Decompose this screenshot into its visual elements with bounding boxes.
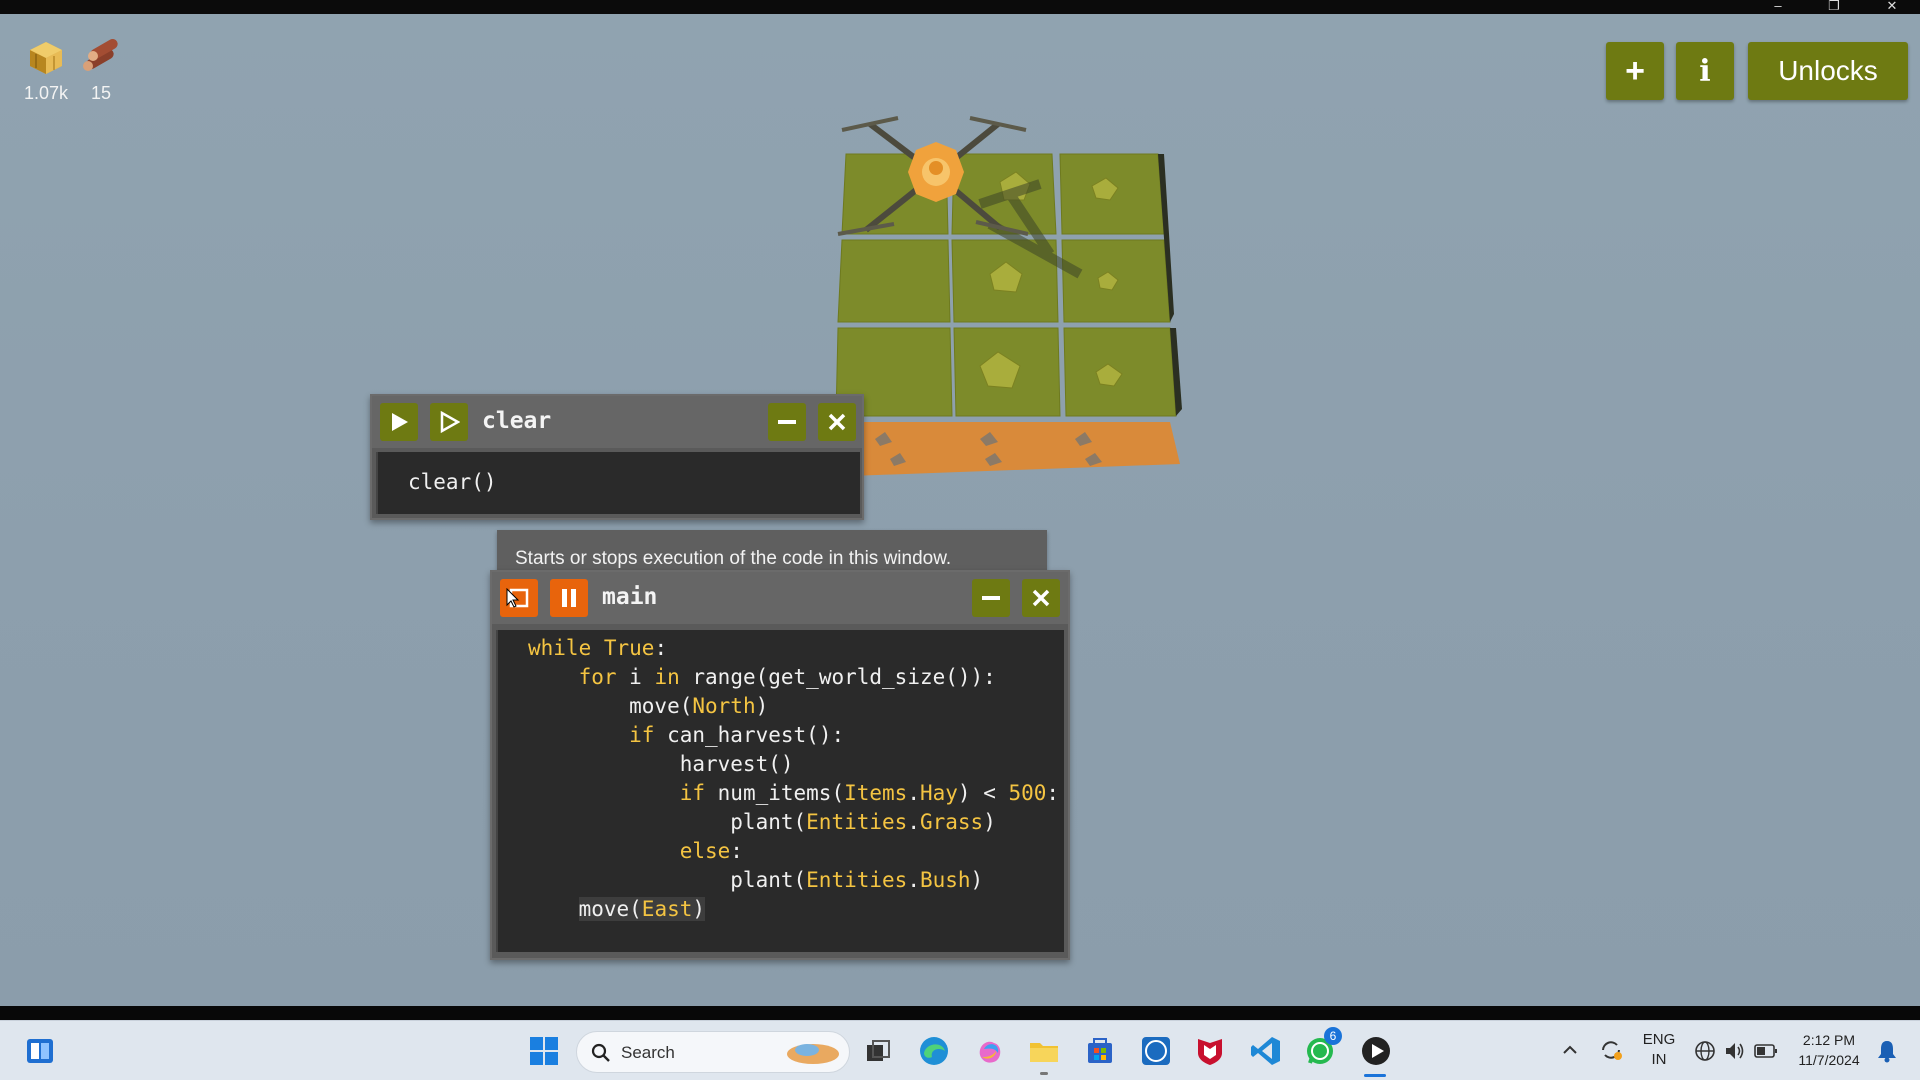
code-line[interactable]: plant(Entities.Bush) [528,866,983,895]
task-view-icon[interactable] [860,1033,896,1069]
minus-icon [778,420,796,424]
code-line[interactable]: if num_items(Items.Hay) < 500: [528,779,1059,808]
resource-wood: 15 [76,32,126,104]
dell-icon[interactable] [1138,1033,1174,1069]
code-line-current[interactable]: move(East) [528,895,706,924]
battery-icon[interactable] [1754,1042,1778,1060]
language-code: ENG [1642,1031,1676,1048]
sync-icon[interactable] [1598,1037,1624,1063]
date-text: 11/7/2024 [1798,1052,1860,1068]
code-editor[interactable]: while True: for i in range(get_world_siz… [496,630,1064,952]
farm-field [834,116,1182,476]
add-button[interactable]: + [1606,42,1664,100]
search-icon [591,1043,610,1062]
close-icon [1032,589,1050,607]
start-icon[interactable] [526,1033,562,1069]
language-indicator[interactable]: ENG IN [1640,1030,1678,1070]
notification-bell-icon[interactable] [1876,1039,1898,1063]
wood-icon [83,39,118,71]
clock[interactable]: 2:12 PM 11/7/2024 [1792,1030,1866,1070]
edge-icon[interactable] [916,1033,952,1069]
game-viewport: 1.07k 15 + i Unlocks clear clear() Start… [0,14,1920,1006]
clear-window-header[interactable]: clear [372,396,862,448]
minimize-window-button[interactable] [972,579,1010,617]
info-button[interactable]: i [1676,42,1734,100]
run-button[interactable] [380,403,418,441]
mouse-cursor-icon [506,588,520,608]
play-outline-icon [440,411,460,433]
code-line[interactable]: while True: [528,634,667,663]
unlocks-button[interactable]: Unlocks [1748,42,1908,100]
step-button[interactable] [430,403,468,441]
hay-icon [30,42,62,74]
widgets-icon[interactable] [22,1033,58,1069]
search-placeholder: Search [621,1043,675,1062]
running-indicator [1040,1072,1048,1075]
resource-hay: 1.07k [20,32,72,104]
active-app-indicator [1364,1074,1386,1077]
code-line[interactable]: clear() [408,468,497,497]
window-title: clear [482,408,552,434]
minimize-button[interactable]: – [1758,0,1798,14]
close-window-button[interactable]: ✕ [1872,0,1912,14]
wood-count: 15 [90,83,112,103]
main-code-window[interactable]: main while True: for i in range(get_worl… [490,570,1070,960]
restore-button[interactable]: ❐ [1814,0,1854,14]
vscode-icon[interactable] [1248,1033,1284,1069]
minus-icon [982,596,1000,600]
chevron-up-icon[interactable] [1562,1043,1578,1057]
bottom-strip [0,1006,1920,1020]
clear-code-window[interactable]: clear clear() [370,394,864,520]
network-icon[interactable] [1694,1040,1716,1062]
region-code: IN [1651,1051,1667,1068]
window-title-bar: – ❐ ✕ [0,0,1920,14]
main-window-header[interactable]: main [492,572,1068,624]
window-title: main [602,584,658,610]
close-code-window-button[interactable] [1022,579,1060,617]
time-text: 2:12 PM [1802,1032,1856,1048]
notification-badge: 6 [1324,1027,1342,1045]
store-icon[interactable] [1082,1033,1118,1069]
taskbar: Search 6 ENG IN 2:12 PM 11/7/2024 [0,1020,1920,1080]
code-line[interactable]: for i in range(get_world_size()): [528,663,996,692]
file-explorer-icon[interactable] [1026,1033,1062,1069]
mcafee-icon[interactable] [1192,1033,1228,1069]
game-app-icon[interactable] [1358,1033,1394,1069]
pause-icon [562,589,576,607]
copilot-icon[interactable] [972,1033,1008,1069]
close-icon [828,413,846,431]
code-line[interactable]: move(North) [528,692,768,721]
code-editor[interactable]: clear() [376,452,860,514]
volume-icon[interactable] [1724,1040,1746,1062]
code-line[interactable]: plant(Entities.Grass) [528,808,996,837]
taskbar-search-input[interactable]: Search [576,1031,850,1073]
code-line[interactable]: harvest() [528,750,794,779]
pause-button[interactable] [550,579,588,617]
code-line[interactable]: if can_harvest(): [528,721,844,750]
whatsapp-icon[interactable]: 6 [1302,1027,1342,1069]
close-code-window-button[interactable] [818,403,856,441]
hay-count: 1.07k [23,83,69,103]
code-line[interactable]: else: [528,837,743,866]
minimize-window-button[interactable] [768,403,806,441]
search-highlight-image [787,1044,839,1064]
play-icon [392,413,408,431]
